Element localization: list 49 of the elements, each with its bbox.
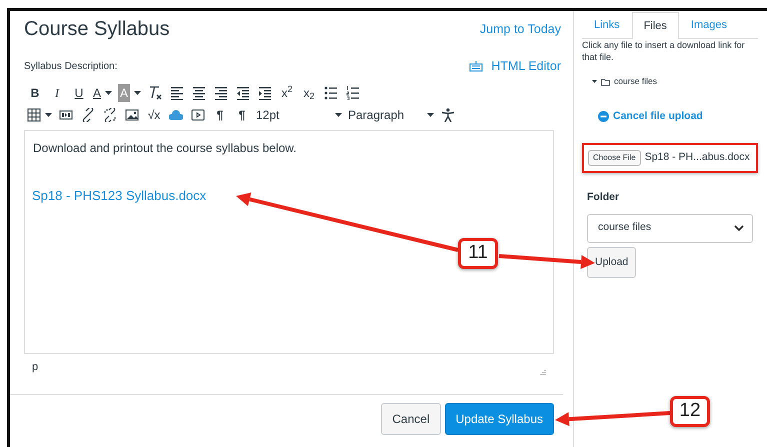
page-title: Course Syllabus — [24, 17, 170, 41]
hint-text: Click any file to insert a download link for that file. — [582, 39, 746, 64]
clear-format-icon — [148, 86, 162, 100]
bullet-list-icon — [324, 86, 338, 100]
callout-number: 11 — [458, 238, 498, 269]
resize-handle-icon[interactable] — [539, 368, 546, 376]
caret-icon — [427, 112, 434, 117]
format-dropdown[interactable]: Paragraph — [345, 104, 437, 125]
outdent-icon — [236, 86, 250, 100]
toolbar-button[interactable]: √x — [143, 104, 165, 125]
toolbar-button[interactable]: ¶ — [231, 104, 253, 125]
field-label: Syllabus Description: — [24, 60, 118, 74]
cancel-button[interactable]: Cancel — [381, 402, 441, 435]
chevron-down-icon — [734, 225, 744, 232]
link-icon — [81, 108, 95, 122]
folder-label: Folder — [587, 190, 620, 205]
cloud-icon — [169, 108, 183, 122]
toolbar-button[interactable]: B — [24, 82, 46, 103]
toolbar-button[interactable]: x$^{2}$ — [276, 82, 298, 103]
file-input[interactable]: Choose File Sp18 - PH...abus.docx — [582, 142, 758, 173]
media-icon — [59, 108, 73, 122]
toolbar-button[interactable]: A — [90, 82, 116, 103]
minus-circle-icon — [598, 111, 609, 122]
image-icon — [125, 108, 139, 122]
editor-paragraph: Download and printout the course syllabus below. — [33, 140, 298, 157]
align-right-icon — [214, 86, 228, 100]
align-center-icon — [192, 86, 206, 100]
toolbar-button[interactable]: x$_{2}$ — [298, 82, 320, 103]
folder-icon — [601, 78, 610, 86]
indent-icon — [258, 86, 272, 100]
accessibility-icon — [441, 108, 455, 122]
element-path: p — [32, 360, 38, 376]
folder-tree-item[interactable]: course files — [592, 75, 758, 88]
video-icon — [191, 108, 205, 122]
align-left-icon — [170, 86, 184, 100]
upload-button[interactable]: Upload — [587, 246, 636, 278]
callout-number: 12 — [670, 396, 710, 427]
format-dropdown[interactable]: 12pt — [253, 104, 345, 125]
sidebar-tab[interactable]: Files — [632, 12, 679, 39]
table-icon — [27, 108, 41, 122]
keyboard-icon — [469, 60, 484, 72]
toolbar-button[interactable]: I — [46, 82, 68, 103]
toolbar-button[interactable]: ¶ — [209, 104, 231, 125]
numbered-list-icon — [346, 86, 360, 100]
expanded-caret-icon — [592, 79, 597, 84]
unlink-icon — [103, 108, 117, 122]
toolbar-button[interactable]: U — [68, 82, 90, 103]
caret-icon — [335, 112, 342, 117]
folder-select[interactable]: course files — [587, 214, 753, 243]
